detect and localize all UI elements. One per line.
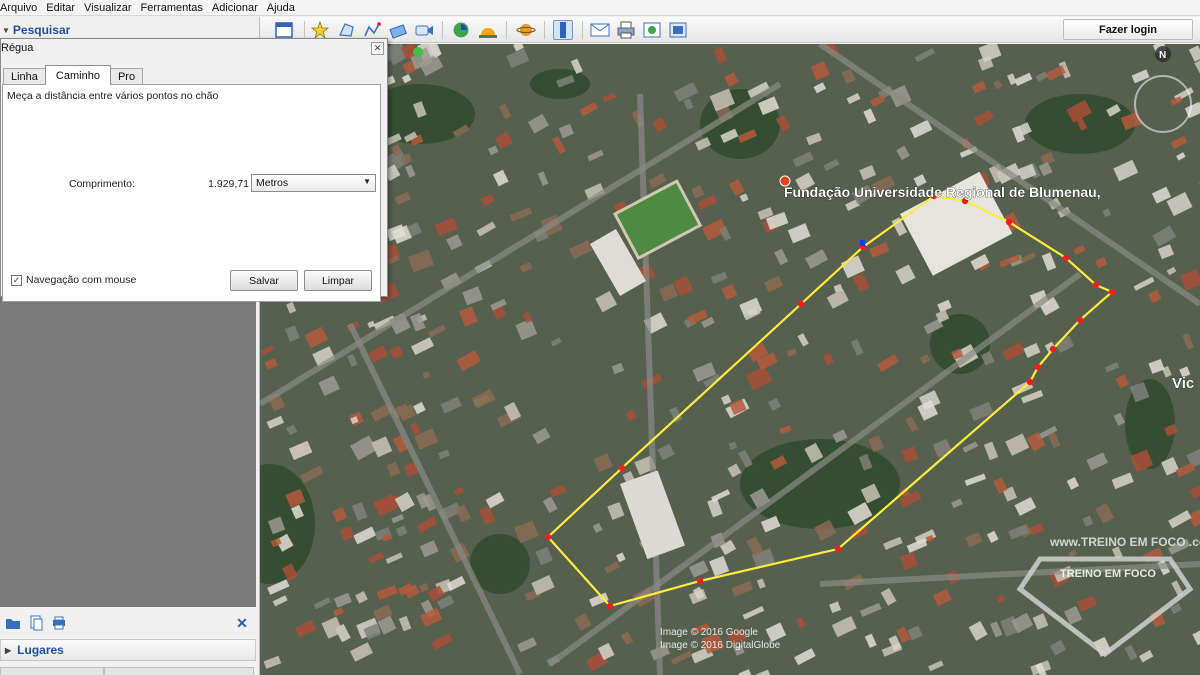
ruler-description: Meça a distância entre vários pontos no … [7, 90, 219, 102]
path-vertex [606, 602, 614, 610]
path-start-marker [860, 240, 865, 246]
map-view[interactable]: Fundação Universidade Regional de Blumen… [260, 44, 1200, 675]
print-icon[interactable] [616, 20, 636, 40]
dialog-close-icon[interactable]: ✕ [371, 42, 384, 55]
search-panel-header[interactable]: ▼ Pesquisar [0, 21, 260, 39]
length-label: Comprimento: [69, 178, 135, 190]
path-vertex [1005, 218, 1013, 226]
ruler-dialog: Régua ✕ Linha Caminho Pro Meça a distânc… [0, 38, 388, 302]
copy-icon[interactable] [26, 614, 46, 632]
mouse-nav-checkbox[interactable]: ✓ [11, 275, 22, 286]
places-tree-area[interactable] [0, 297, 256, 607]
menu-bar: Arquivo Editar Visualizar Ferramentas Ad… [0, 0, 1200, 16]
dialog-title: Régua [1, 42, 34, 54]
path-vertex [1108, 288, 1116, 296]
watermark-url: www.TREINO EM FOCO .com.br [1049, 535, 1200, 549]
path-vertex [1076, 316, 1084, 324]
menu-ferramentas[interactable]: Ferramentas [139, 0, 210, 16]
sunlight-icon[interactable] [478, 20, 498, 40]
menu-visualizar[interactable]: Visualizar [82, 0, 139, 16]
menu-adicionar[interactable]: Adicionar [210, 0, 265, 16]
edge-place-label[interactable]: Vic [1172, 375, 1195, 393]
layers-tabs [0, 667, 256, 675]
print-places-icon[interactable] [49, 614, 69, 632]
tab-linha[interactable]: Linha [3, 68, 46, 85]
imagery-credit-google: Image © 2016 Google [660, 627, 758, 638]
main-toolbar [260, 17, 1200, 43]
ruler-icon[interactable] [553, 20, 573, 40]
search-panel-label: Pesquisar [12, 23, 71, 37]
places-toolbar: ✕ [0, 612, 258, 634]
menu-ajuda[interactable]: Ajuda [265, 0, 302, 16]
path-vertex [1034, 363, 1042, 371]
satellite-imagery[interactable]: Fundação Universidade Regional de Blumen… [260, 44, 1200, 675]
compass-north-label: N [1159, 50, 1166, 61]
places-panel-header[interactable]: ▶ Lugares [0, 639, 256, 661]
email-icon[interactable] [590, 20, 610, 40]
unit-select[interactable]: Metros ▼ [251, 174, 376, 192]
bottom-tab-2[interactable] [104, 667, 254, 675]
imagery-credit-digitalglobe: Image © 2016 DigitalGlobe [660, 640, 781, 651]
login-button[interactable]: Fazer login [1063, 19, 1193, 40]
sidebar-toggle-icon[interactable] [274, 20, 294, 40]
tab-caminho[interactable]: Caminho [44, 65, 111, 85]
tab-pro[interactable]: Pro [109, 68, 144, 85]
bottom-tab-1[interactable] [0, 667, 104, 675]
record-tour-icon[interactable] [414, 20, 434, 40]
path-vertex [834, 545, 842, 553]
collapse-triangle-icon: ▼ [2, 25, 10, 35]
add-polygon-icon[interactable] [336, 20, 356, 40]
close-icon[interactable]: ✕ [232, 614, 252, 632]
dropdown-arrow-icon: ▼ [363, 177, 371, 186]
view-in-maps-icon[interactable] [642, 20, 662, 40]
path-vertex [1062, 254, 1070, 262]
clear-button[interactable]: Limpar [304, 270, 372, 291]
length-value: 1.929,71 [208, 178, 249, 190]
expand-triangle-icon: ▶ [5, 645, 12, 655]
add-placemark-icon[interactable] [310, 20, 330, 40]
path-vertex [696, 577, 704, 585]
place-label[interactable]: Fundação Universidade Regional de Blumen… [784, 184, 1101, 201]
add-path-icon[interactable] [362, 20, 382, 40]
add-overlay-icon[interactable] [388, 20, 408, 40]
path-vertex [618, 464, 626, 472]
historical-imagery-icon[interactable] [451, 20, 471, 40]
mouse-nav-label: Navegação com mouse [26, 274, 137, 286]
unit-select-value: Metros [256, 177, 289, 189]
places-panel-label: Lugares [17, 643, 64, 657]
menu-editar[interactable]: Editar [44, 0, 82, 16]
pushpin-icon [413, 47, 423, 57]
path-vertex [1092, 281, 1100, 289]
menu-arquivo[interactable]: Arquivo [0, 0, 44, 16]
save-button[interactable]: Salvar [230, 270, 298, 291]
path-vertex [1049, 345, 1057, 353]
path-vertex [544, 533, 552, 541]
path-vertex [797, 300, 805, 308]
planets-icon[interactable] [516, 20, 536, 40]
add-folder-icon[interactable] [3, 614, 23, 632]
screen-overlay-icon[interactable] [668, 20, 688, 40]
path-vertex [1026, 378, 1034, 386]
dialog-footer: ✓ Navegação com mouse Salvar Limpar [1, 267, 387, 295]
watermark-logo: TREINO EM FOCO [1060, 568, 1156, 580]
ruler-tabs: Linha Caminho Pro [3, 65, 144, 85]
